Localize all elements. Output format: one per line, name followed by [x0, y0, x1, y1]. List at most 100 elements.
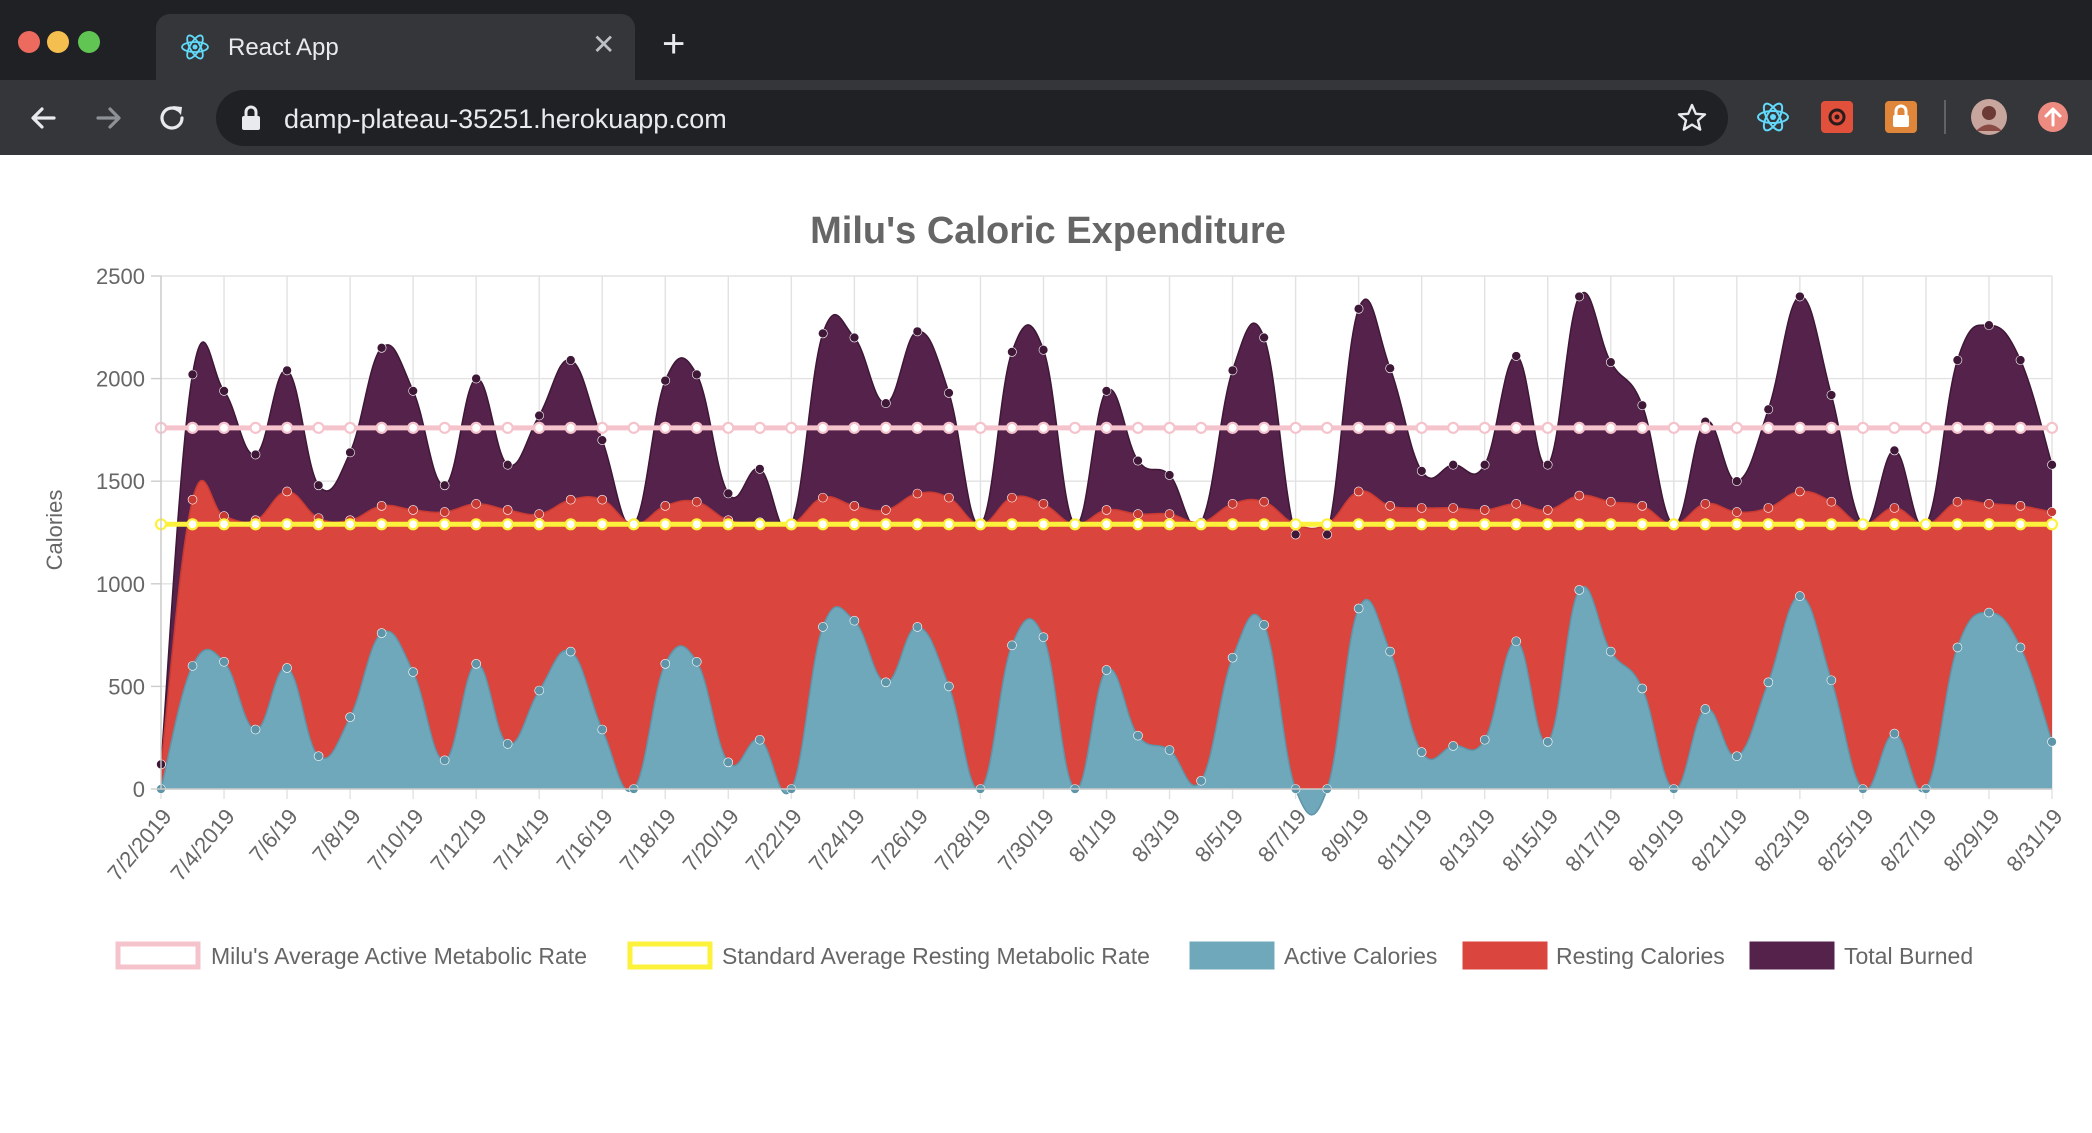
- active-calories-point[interactable]: [565, 646, 576, 657]
- active-calories-point[interactable]: [691, 656, 702, 667]
- standard-average-resting-metabolic-rate-point[interactable]: [1321, 518, 1334, 531]
- milu-s-average-active-metabolic-rate-point[interactable]: [375, 421, 388, 434]
- milu-s-average-active-metabolic-rate-point[interactable]: [785, 421, 798, 434]
- active-calories-point[interactable]: [534, 685, 545, 696]
- resting-calories-point[interactable]: [471, 498, 481, 509]
- total-burned-point[interactable]: [1353, 304, 1364, 314]
- active-calories-point[interactable]: [597, 724, 608, 735]
- standard-average-resting-metabolic-rate-point[interactable]: [470, 518, 483, 531]
- standard-average-resting-metabolic-rate-point[interactable]: [564, 518, 577, 531]
- milu-s-average-active-metabolic-rate-point[interactable]: [974, 421, 987, 434]
- active-calories-point[interactable]: [250, 724, 261, 735]
- total-burned-point[interactable]: [187, 369, 198, 380]
- total-burned-point[interactable]: [1605, 357, 1616, 367]
- resting-calories-point[interactable]: [408, 505, 418, 515]
- standard-average-resting-metabolic-rate-point[interactable]: [312, 518, 325, 531]
- standard-average-resting-metabolic-rate-point[interactable]: [1888, 518, 1901, 531]
- active-calories-point[interactable]: [408, 667, 418, 677]
- total-burned-point[interactable]: [2015, 355, 2026, 365]
- total-burned-point[interactable]: [250, 449, 261, 460]
- bookmark-star-icon[interactable]: [1676, 102, 1708, 134]
- standard-average-resting-metabolic-rate-point[interactable]: [1699, 518, 1712, 531]
- resting-calories-point[interactable]: [534, 509, 545, 519]
- standard-average-resting-metabolic-rate-point[interactable]: [280, 518, 294, 531]
- total-burned-point[interactable]: [1795, 291, 1805, 302]
- standard-average-resting-metabolic-rate-point[interactable]: [2045, 518, 2059, 531]
- active-calories-point[interactable]: [881, 677, 891, 688]
- total-burned-point[interactable]: [1290, 529, 1301, 540]
- total-burned-point[interactable]: [282, 365, 292, 376]
- total-burned-point[interactable]: [1952, 355, 1963, 365]
- standard-average-resting-metabolic-rate-point[interactable]: [1919, 518, 1933, 531]
- active-calories-point[interactable]: [944, 681, 954, 692]
- standard-average-resting-metabolic-rate-point[interactable]: [942, 518, 956, 531]
- resting-calories-point[interactable]: [282, 486, 292, 497]
- standard-average-resting-metabolic-rate-point[interactable]: [1131, 518, 1145, 531]
- resting-calories-point[interactable]: [1133, 509, 1143, 519]
- resting-calories-point[interactable]: [1574, 490, 1585, 501]
- resting-calories-point[interactable]: [376, 501, 387, 511]
- total-burned-point[interactable]: [818, 328, 828, 339]
- milu-s-average-active-metabolic-rate-point[interactable]: [1415, 421, 1428, 434]
- milu-s-average-active-metabolic-rate-point[interactable]: [1825, 421, 1838, 434]
- milu-s-average-active-metabolic-rate-point[interactable]: [1573, 421, 1586, 434]
- active-calories-point[interactable]: [1353, 603, 1364, 614]
- resting-calories-point[interactable]: [1984, 498, 1994, 509]
- milu-s-average-active-metabolic-rate-point[interactable]: [2045, 421, 2059, 434]
- standard-average-resting-metabolic-rate-point[interactable]: [1100, 518, 1113, 531]
- total-burned-point[interactable]: [1385, 363, 1395, 374]
- standard-average-resting-metabolic-rate-point[interactable]: [1005, 518, 1019, 531]
- profile-avatar[interactable]: [1970, 98, 2008, 136]
- standard-average-resting-metabolic-rate-point[interactable]: [407, 518, 420, 531]
- milu-s-average-active-metabolic-rate-point[interactable]: [753, 421, 766, 434]
- milu-s-average-active-metabolic-rate-point[interactable]: [1793, 421, 1806, 434]
- milu-s-average-active-metabolic-rate-point[interactable]: [1447, 421, 1460, 434]
- standard-average-resting-metabolic-rate-point[interactable]: [501, 518, 514, 531]
- standard-average-resting-metabolic-rate-point[interactable]: [1194, 518, 1208, 531]
- active-calories-point[interactable]: [1511, 636, 1522, 647]
- total-burned-legend-swatch[interactable]: [1749, 941, 1835, 970]
- reload-icon[interactable]: [152, 98, 192, 138]
- zoom-window-button[interactable]: [78, 31, 100, 53]
- resting-calories-point[interactable]: [2047, 507, 2057, 517]
- active-calories-point[interactable]: [1385, 646, 1395, 657]
- milu-s-average-active-metabolic-rate-point[interactable]: [533, 421, 546, 434]
- standard-average-resting-metabolic-rate-point[interactable]: [1793, 518, 1806, 531]
- total-burned-point[interactable]: [1259, 332, 1269, 343]
- milu-s-average-active-metabolic-rate-point[interactable]: [564, 421, 577, 434]
- resting-calories-point[interactable]: [502, 505, 513, 515]
- active-calories-point[interactable]: [1259, 620, 1269, 630]
- milu-s-average-active-metabolic-rate-point[interactable]: [1636, 421, 1649, 434]
- milu-s-average-active-metabolic-rate-point[interactable]: [1699, 421, 1712, 434]
- total-burned-point[interactable]: [1574, 291, 1585, 302]
- milu-s-average-active-metabolic-rate-point[interactable]: [1257, 421, 1271, 434]
- total-burned-point[interactable]: [723, 488, 734, 499]
- milu-s-average-active-metabolic-rate-point[interactable]: [1667, 421, 1680, 434]
- total-burned-point[interactable]: [565, 355, 576, 365]
- standard-average-resting-metabolic-rate-point[interactable]: [1636, 518, 1649, 531]
- milu-s-average-active-metabolic-rate-point[interactable]: [816, 421, 829, 434]
- total-burned-point[interactable]: [534, 410, 545, 421]
- standard-average-resting-metabolic-rate-point[interactable]: [1257, 518, 1271, 531]
- standard-average-resting-metabolic-rate-point[interactable]: [1289, 518, 1302, 531]
- resting-calories-point[interactable]: [944, 492, 954, 503]
- milu-s-average-active-metabolic-rate-point[interactable]: [1510, 421, 1523, 434]
- total-burned-point[interactable]: [471, 373, 481, 384]
- resting-calories-point[interactable]: [1637, 501, 1648, 511]
- total-burned-point[interactable]: [1322, 529, 1332, 540]
- total-burned-point[interactable]: [219, 386, 229, 396]
- milu-s-average-active-metabolic-rate-point[interactable]: [501, 421, 514, 434]
- milu-s-average-active-metabolic-rate-point[interactable]: [1982, 421, 1996, 434]
- active-calories-point[interactable]: [1984, 607, 1994, 618]
- standard-average-resting-metabolic-rate-point[interactable]: [1163, 518, 1176, 531]
- resting-calories-point[interactable]: [1101, 505, 1112, 515]
- active-calories-legend-label[interactable]: Active Calories: [1284, 943, 1437, 969]
- milu-s-average-active-metabolic-rate-point[interactable]: [280, 421, 294, 434]
- active-calories-point[interactable]: [1700, 704, 1711, 714]
- milu-s-average-active-metabolic-rate-point[interactable]: [1730, 421, 1743, 434]
- total-burned-point[interactable]: [1133, 455, 1143, 466]
- active-calories-point[interactable]: [1952, 642, 1963, 653]
- resting-calories-point[interactable]: [1732, 507, 1742, 517]
- milu-s-average-active-metabolic-rate-point[interactable]: [312, 421, 325, 434]
- milu-s-average-active-metabolic-rate-point[interactable]: [1352, 421, 1365, 434]
